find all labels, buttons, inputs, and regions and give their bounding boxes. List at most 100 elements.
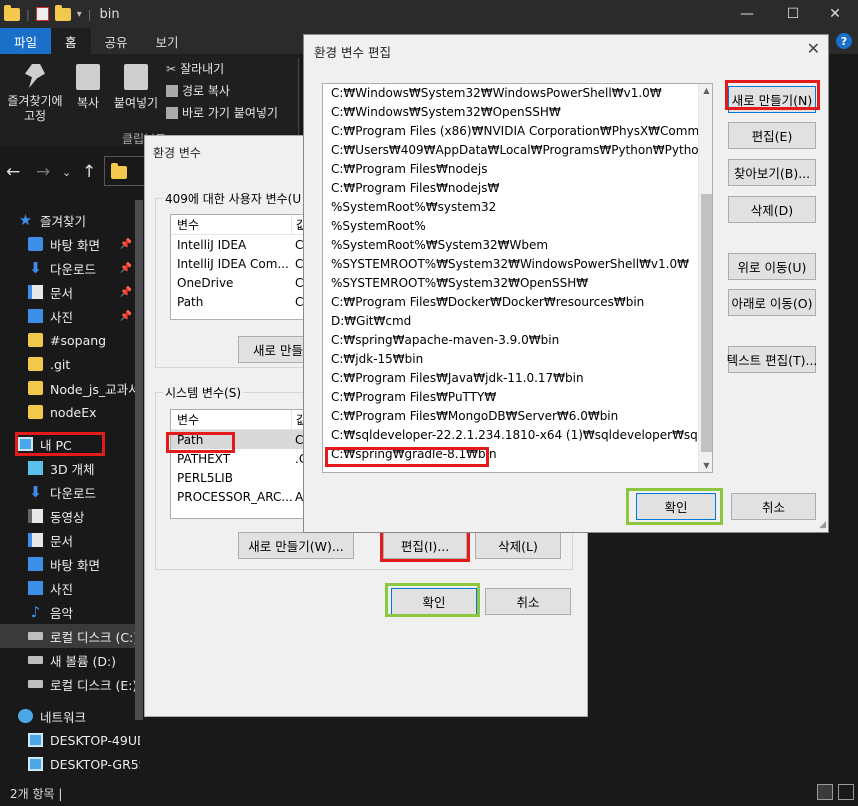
sidebar-item-local-disk-e[interactable]: 로컬 디스크 (E:) — [28, 672, 140, 696]
scrollbar-thumb[interactable] — [701, 194, 712, 452]
navigation-scrollbar[interactable] — [135, 200, 143, 720]
system-edit-button[interactable]: 편집(I)... — [383, 532, 467, 559]
list-item[interactable]: C:₩Program Files₩nodejs₩ — [323, 179, 712, 198]
list-item[interactable]: C:₩sqldeveloper-22.2.1.234.1810-x64 (1)₩… — [323, 426, 712, 445]
sidebar-item-music[interactable]: ♪ 음악 — [28, 600, 140, 624]
sidebar-item-local-disk-c[interactable]: 로컬 디스크 (C:) — [0, 624, 138, 648]
up-arrow-icon[interactable]: ↑ — [82, 162, 96, 182]
sidebar-item-nodeex[interactable]: nodeEx — [28, 400, 140, 424]
edit-text-button[interactable]: 텍스트 편집(T)... — [727, 346, 817, 373]
sidebar-item-desktop-gr5s[interactable]: DESKTOP-GR5S — [28, 752, 140, 776]
maximize-button[interactable]: ☐ — [770, 0, 816, 28]
browse-button[interactable]: 찾아보기(B)... — [728, 159, 816, 186]
sidebar-item-documents-pinned[interactable]: 문서 📌 — [28, 280, 140, 304]
sidebar-item-documents[interactable]: 문서 — [28, 528, 140, 552]
scroll-up-icon[interactable]: ▲ — [699, 86, 712, 95]
list-item[interactable]: C:₩Windows₩System32₩OpenSSH₩ — [323, 103, 712, 122]
list-item[interactable]: C:₩Program Files₩Java₩jdk-11.0.17₩bin — [323, 369, 712, 388]
sidebar-item-git[interactable]: .git — [28, 352, 140, 376]
cancel-button[interactable]: 취소 — [731, 493, 816, 520]
sidebar-item-pictures[interactable]: 사진 — [28, 576, 140, 600]
help-icon[interactable]: ? — [836, 33, 852, 49]
resize-grip-icon[interactable]: ◢ — [819, 520, 826, 530]
list-item[interactable]: C:₩Program Files₩nodejs — [323, 160, 712, 179]
forward-arrow-icon[interactable]: → — [36, 162, 50, 182]
list-item[interactable]: C:₩jdk-15₩bin — [323, 350, 712, 369]
system-new-button[interactable]: 새로 만들기(W)... — [238, 532, 354, 559]
pin-to-quick-access-button[interactable]: 즐겨찾기에 고정 — [2, 64, 68, 124]
sidebar-item-desktop-pinned[interactable]: 바탕 화면 📌 — [28, 232, 140, 256]
list-item[interactable]: D:₩Git₩cmd — [323, 312, 712, 331]
list-item[interactable]: C:₩Program Files₩PuTTY₩ — [323, 388, 712, 407]
scroll-down-icon[interactable]: ▼ — [699, 461, 712, 470]
edit-button[interactable]: 편집(E) — [728, 122, 816, 149]
list-item[interactable]: %SYSTEMROOT%₩System32₩WindowsPowerShell₩… — [323, 255, 712, 274]
sidebar-item-sopang[interactable]: #sopang — [28, 328, 140, 352]
minimize-button[interactable]: — — [724, 0, 770, 28]
table-row[interactable]: IntelliJ IDEA Com... C: — [171, 254, 309, 273]
address-field[interactable] — [104, 156, 144, 186]
path-list-scrollbar[interactable]: ▲ ▼ — [698, 84, 712, 472]
paste-shortcut-button[interactable]: 바로 가기 붙여넣기 — [166, 104, 278, 121]
list-item[interactable]: %SYSTEMROOT%₩System32₩OpenSSH₩ — [323, 274, 712, 293]
sidebar-item-desktop[interactable]: 바탕 화면 — [28, 552, 140, 576]
details-view-icon[interactable] — [817, 784, 833, 800]
move-down-button[interactable]: 아래로 이동(O) — [728, 289, 816, 316]
list-item[interactable]: %SystemRoot%₩System32₩Wbem — [323, 236, 712, 255]
sidebar-item-downloads-pinned[interactable]: ⬇ 다운로드 📌 — [28, 256, 140, 280]
table-row[interactable]: Path C: — [171, 430, 309, 449]
table-row[interactable]: Path C: — [171, 292, 309, 311]
tab-home[interactable]: 홈 — [51, 28, 91, 54]
list-item[interactable]: C:₩Program Files (x86)₩NVIDIA Corporatio… — [323, 122, 712, 141]
tab-file[interactable]: 파일 — [0, 28, 52, 54]
close-button[interactable]: ✕ — [812, 0, 858, 28]
list-item[interactable]: C:₩Program Files₩MongoDB₩Server₩6.0₩bin — [323, 407, 712, 426]
sidebar-item-3d-objects[interactable]: 3D 개체 — [28, 456, 140, 480]
list-item[interactable]: C:₩Windows₩System32₩WindowsPowerShell₩v1… — [323, 84, 712, 103]
list-item[interactable]: C:₩Program Files₩Docker₩Docker₩resources… — [323, 293, 712, 312]
sidebar-item-pictures-pinned[interactable]: 사진 📌 — [28, 304, 140, 328]
list-item-new-path[interactable]: C:₩spring₩gradle-8.1₩bin — [323, 445, 712, 464]
cut-button[interactable]: ✂ 잘라내기 — [166, 60, 224, 77]
system-variables-list[interactable]: 변수 값 Path C: PATHEXT .C PERL5LIB PROCESSOR… — [170, 409, 310, 519]
new-folder-icon[interactable] — [54, 4, 71, 21]
new-button[interactable]: 새로 만들기(N) — [728, 86, 816, 113]
cancel-button[interactable]: 취소 — [485, 588, 571, 615]
back-arrow-icon[interactable]: ← — [6, 162, 20, 182]
sidebar-item-videos[interactable]: 동영상 — [28, 504, 140, 528]
list-item[interactable]: %SystemRoot% — [323, 217, 712, 236]
copy-path-button[interactable]: 경로 복사 — [166, 82, 230, 99]
sidebar-item-volume-d[interactable]: 새 볼륨 (D:) — [28, 648, 140, 672]
sidebar-item-downloads[interactable]: ⬇ 다운로드 — [28, 480, 140, 504]
close-icon[interactable]: ✕ — [807, 39, 820, 58]
list-item[interactable]: C:₩spring₩apache-maven-3.9.0₩bin — [323, 331, 712, 350]
table-row[interactable]: PROCESSOR_ARC... AI — [171, 487, 309, 506]
table-row[interactable]: OneDrive C: — [171, 273, 309, 292]
table-row[interactable]: IntelliJ IDEA C: — [171, 235, 309, 254]
delete-button[interactable]: 삭제(D) — [728, 196, 816, 223]
column-variable[interactable]: 변수 — [177, 216, 199, 233]
user-variables-list[interactable]: 변수 값 IntelliJ IDEA C: IntelliJ IDEA Com..… — [170, 214, 310, 320]
table-row[interactable]: PERL5LIB — [171, 468, 309, 487]
list-item[interactable]: %SystemRoot%₩system32 — [323, 198, 712, 217]
paste-button[interactable]: 붙여넣기 — [108, 64, 164, 111]
sidebar-item-network[interactable]: 네트워크 — [18, 704, 140, 728]
sidebar-item-desktop-49ud[interactable]: DESKTOP-49UD — [28, 728, 140, 752]
tab-share[interactable]: 공유 — [91, 28, 142, 54]
list-item[interactable]: C:₩Users₩409₩AppData₩Local₩Programs₩Pyth… — [323, 141, 712, 160]
column-variable[interactable]: 변수 — [177, 411, 199, 428]
tab-view[interactable]: 보기 — [142, 28, 193, 54]
system-delete-button[interactable]: 삭제(L) — [475, 532, 561, 559]
properties-icon[interactable] — [35, 7, 49, 21]
copy-button[interactable]: 복사 — [70, 64, 106, 111]
large-icons-view-icon[interactable] — [838, 784, 854, 800]
ok-button[interactable]: 확인 — [636, 493, 716, 520]
path-list[interactable]: C:₩Windows₩System32₩WindowsPowerShell₩v1… — [322, 83, 713, 473]
recent-locations-icon[interactable]: ⌄ — [62, 166, 71, 179]
sidebar-item-nodejs-book[interactable]: Node_js_교과서_ — [28, 376, 140, 400]
ok-button[interactable]: 확인 — [391, 588, 477, 615]
move-up-button[interactable]: 위로 이동(U) — [728, 253, 816, 280]
table-row[interactable]: PATHEXT .C — [171, 449, 309, 468]
sidebar-item-this-pc[interactable]: 내 PC — [18, 432, 140, 456]
customize-toolbar-icon[interactable]: ▾ — [77, 9, 82, 20]
